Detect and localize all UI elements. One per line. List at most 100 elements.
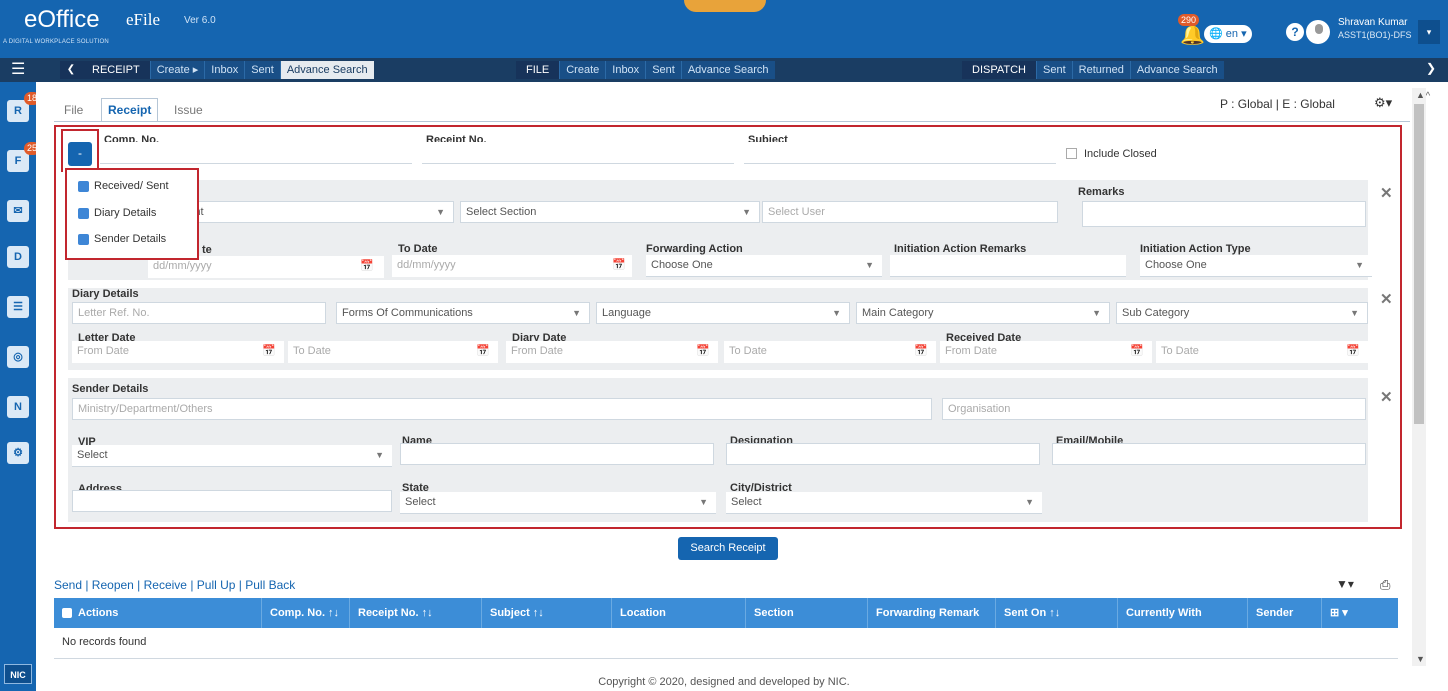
received-sent-option[interactable]: Received/ Sent xyxy=(78,180,169,192)
mail-icon[interactable]: ✉ xyxy=(7,200,29,222)
calendar-icon[interactable]: 📅 xyxy=(914,344,928,357)
nav-dispatch-title[interactable]: DISPATCH xyxy=(962,61,1036,79)
nav-receipt-advance-search[interactable]: Advance Search xyxy=(279,61,374,79)
forwarding-action-select[interactable]: Choose One ▼ xyxy=(646,255,882,277)
comp-no-input[interactable] xyxy=(100,142,412,164)
col-comp-no[interactable]: Comp. No. ↑↓ xyxy=(262,598,350,628)
scroll-up-arrow-icon[interactable]: ▲ xyxy=(1416,90,1425,100)
filter-icon[interactable]: ▼▾ xyxy=(1336,577,1354,591)
designation-input[interactable] xyxy=(726,443,1040,465)
ministry-input[interactable]: Ministry/Department/Others xyxy=(72,398,932,420)
top-tab-handle[interactable] xyxy=(684,0,766,12)
calendar-icon[interactable]: 📅 xyxy=(360,259,374,272)
nav-scroll-right[interactable]: ❯ xyxy=(1426,61,1440,79)
tab-receipt[interactable]: Receipt xyxy=(101,98,159,122)
col-forwarding-remark[interactable]: Forwarding Remark xyxy=(868,598,996,628)
nav-receipt-sent[interactable]: Sent xyxy=(244,61,280,79)
col-section[interactable]: Section xyxy=(746,598,868,628)
received-from-date[interactable]: From Date 📅 xyxy=(940,341,1152,363)
letter-to-date[interactable]: To Date 📅 xyxy=(288,341,498,363)
received-to-date[interactable]: To Date 📅 xyxy=(1156,341,1368,363)
nav-dispatch-advance-search[interactable]: Advance Search xyxy=(1129,61,1224,79)
checkbox-checked-icon[interactable] xyxy=(78,207,89,219)
col-currently-with[interactable]: Currently With xyxy=(1118,598,1248,628)
hamburger-menu-icon[interactable]: ☰ xyxy=(11,62,25,78)
bulk-actions-links[interactable]: Send | Reopen | Receive | Pull Up | Pull… xyxy=(54,578,295,592)
calendar-icon[interactable]: 📅 xyxy=(1130,344,1144,357)
name-input[interactable] xyxy=(400,443,714,465)
user-dropdown-button[interactable]: ▾ xyxy=(1418,20,1440,44)
sender-details-option[interactable]: Sender Details xyxy=(78,233,166,245)
diary-from-date[interactable]: From Date 📅 xyxy=(506,341,718,363)
subject-input[interactable] xyxy=(744,142,1056,164)
task-icon[interactable]: N xyxy=(7,396,29,418)
scroll-down-arrow-icon[interactable]: ▼ xyxy=(1416,654,1425,664)
calendar-icon[interactable]: 📅 xyxy=(696,344,710,357)
language-selector[interactable]: 🌐 en ▾ xyxy=(1204,25,1252,43)
organisation-input[interactable]: Organisation xyxy=(942,398,1366,420)
chevron-down-icon: ▼ xyxy=(1092,308,1101,318)
nav-dispatch-sent[interactable]: Sent xyxy=(1036,61,1072,79)
col-receipt-no[interactable]: Receipt No. ↑↓ xyxy=(350,598,482,628)
search-receipt-button[interactable]: Search Receipt xyxy=(678,537,778,560)
close-sender-section-icon[interactable]: ✕ xyxy=(1380,388,1393,406)
initiation-remarks-input[interactable] xyxy=(890,255,1126,277)
calendar-icon[interactable]: 📅 xyxy=(262,344,276,357)
calendar-icon[interactable]: 📅 xyxy=(1346,344,1360,357)
col-sent-on[interactable]: Sent On ↑↓ xyxy=(996,598,1118,628)
settings-user-icon[interactable]: ⚙ xyxy=(7,442,29,464)
nav-file-sent[interactable]: Sent xyxy=(645,61,681,79)
nav-receipt-title[interactable]: RECEIPT xyxy=(82,61,150,79)
receipt-no-input[interactable] xyxy=(422,142,734,164)
add-column-icon[interactable]: ⊞ ▾ xyxy=(1322,598,1398,628)
city-select[interactable]: Select ▼ xyxy=(726,492,1042,514)
remarks-input[interactable] xyxy=(1082,201,1366,227)
to-date-input[interactable]: dd/mm/yyyy 📅 xyxy=(392,255,632,277)
checkbox-checked-icon[interactable] xyxy=(78,180,89,192)
close-received-section-icon[interactable]: ✕ xyxy=(1380,184,1393,202)
diary-to-date[interactable]: To Date 📅 xyxy=(724,341,936,363)
email-mobile-input[interactable] xyxy=(1052,443,1366,465)
help-icon[interactable]: ? xyxy=(1286,23,1304,41)
initiation-type-select[interactable]: Choose One ▼ xyxy=(1140,255,1372,277)
language-select[interactable]: Language ▼ xyxy=(596,302,850,324)
col-sender[interactable]: Sender xyxy=(1248,598,1322,628)
nav-file-create[interactable]: Create xyxy=(559,61,605,79)
calendar-icon[interactable]: 📅 xyxy=(612,258,626,271)
dispatch-icon[interactable]: D xyxy=(7,246,29,268)
gear-icon[interactable]: ⚙▾ xyxy=(1374,95,1392,111)
address-input[interactable] xyxy=(72,490,392,512)
nav-file-title[interactable]: FILE xyxy=(516,61,560,79)
col-subject[interactable]: Subject ↑↓ xyxy=(482,598,612,628)
nav-file-inbox[interactable]: Inbox xyxy=(605,61,645,79)
letter-from-date[interactable]: From Date 📅 xyxy=(72,341,284,363)
user-name[interactable]: Shravan Kumar xyxy=(1338,17,1407,28)
col-actions[interactable]: Actions xyxy=(54,598,262,628)
checkbox-checked-icon[interactable] xyxy=(78,233,89,245)
state-select[interactable]: Select ▼ xyxy=(400,492,716,514)
scrollbar-thumb[interactable] xyxy=(1414,104,1424,424)
nav-file-advance-search[interactable]: Advance Search xyxy=(680,61,775,79)
include-closed-checkbox[interactable] xyxy=(1066,148,1077,159)
nav-receipt-inbox[interactable]: Inbox xyxy=(204,61,244,79)
diary-details-option[interactable]: Diary Details xyxy=(78,207,156,219)
sub-category-select[interactable]: Sub Category ▼ xyxy=(1116,302,1368,324)
vip-select[interactable]: Select ▼ xyxy=(72,445,392,467)
profile-icon[interactable]: ◎ xyxy=(7,346,29,368)
col-location[interactable]: Location xyxy=(612,598,746,628)
tab-issue[interactable]: Issue xyxy=(174,103,203,117)
section-select[interactable]: Select Section ▼ xyxy=(460,201,760,223)
close-diary-section-icon[interactable]: ✕ xyxy=(1380,290,1393,308)
forms-communication-select[interactable]: Forms Of Communications ▼ xyxy=(336,302,590,324)
calendar-icon[interactable]: 📅 xyxy=(476,344,490,357)
nav-dispatch-returned[interactable]: Returned xyxy=(1071,61,1130,79)
directory-icon[interactable]: ☰ xyxy=(7,296,29,318)
nav-receipt-create[interactable]: Create ▸ xyxy=(149,61,205,79)
letter-ref-input[interactable]: Letter Ref. No. xyxy=(72,302,326,324)
select-all-checkbox[interactable] xyxy=(62,608,72,619)
nav-scroll-left[interactable]: ❮ xyxy=(60,61,82,79)
main-category-select[interactable]: Main Category ▼ xyxy=(856,302,1110,324)
print-icon[interactable]: ⎙ xyxy=(1380,577,1390,593)
tab-file[interactable]: File xyxy=(64,103,83,117)
user-select[interactable]: Select User xyxy=(762,201,1058,223)
